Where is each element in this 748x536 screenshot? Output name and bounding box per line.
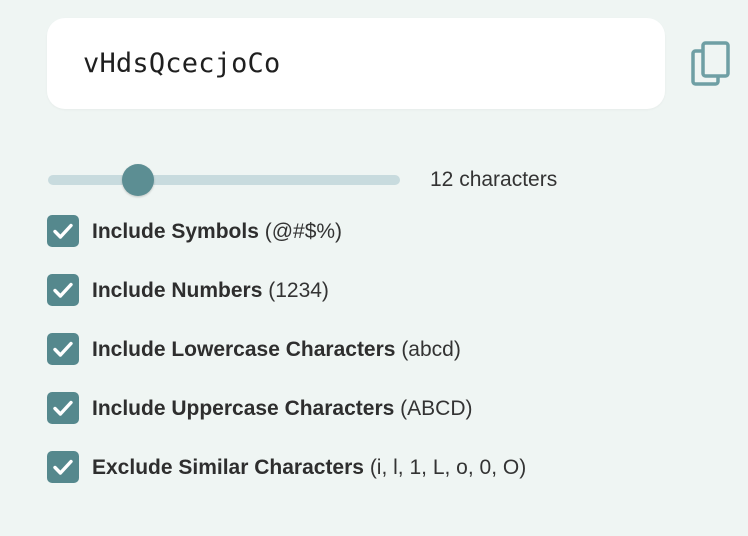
option-text: Include Symbols (@#$%) xyxy=(92,219,342,244)
length-slider[interactable] xyxy=(48,164,400,196)
checkmark-icon xyxy=(53,341,73,357)
option-label: Exclude Similar Characters xyxy=(92,456,364,479)
options-list: Include Symbols (@#$%) Include Numbers (… xyxy=(47,215,727,510)
numbers-checkbox[interactable] xyxy=(47,274,79,306)
password-text: vHdsQcecjoCo xyxy=(83,48,281,79)
password-output[interactable]: vHdsQcecjoCo xyxy=(47,18,665,109)
option-example: (abcd) xyxy=(401,338,461,361)
option-label: Include Symbols xyxy=(92,220,259,243)
copy-button[interactable] xyxy=(690,39,732,89)
option-label: Include Numbers xyxy=(92,279,263,302)
checkmark-icon xyxy=(53,400,73,416)
option-example: (1234) xyxy=(268,279,329,302)
symbols-checkbox[interactable] xyxy=(47,215,79,247)
slider-thumb[interactable] xyxy=(121,164,154,196)
uppercase-checkbox[interactable] xyxy=(47,392,79,424)
option-include-uppercase[interactable]: Include Uppercase Characters (ABCD) xyxy=(47,392,727,424)
option-label: Include Uppercase Characters xyxy=(92,397,395,420)
option-include-numbers[interactable]: Include Numbers (1234) xyxy=(47,274,727,306)
option-example: (i, l, 1, L, o, 0, O) xyxy=(369,456,527,479)
option-example: (ABCD) xyxy=(400,397,473,420)
checkmark-icon xyxy=(53,459,73,475)
option-text: Exclude Similar Characters (i, l, 1, L, … xyxy=(92,455,526,480)
checkmark-icon xyxy=(53,282,73,298)
option-text: Include Uppercase Characters (ABCD) xyxy=(92,396,472,421)
option-label: Include Lowercase Characters xyxy=(92,338,396,361)
slider-track xyxy=(48,175,400,185)
option-include-lowercase[interactable]: Include Lowercase Characters (abcd) xyxy=(47,333,727,365)
copy-icon xyxy=(690,39,732,89)
option-text: Include Lowercase Characters (abcd) xyxy=(92,337,461,362)
lowercase-checkbox[interactable] xyxy=(47,333,79,365)
option-include-symbols[interactable]: Include Symbols (@#$%) xyxy=(47,215,727,247)
option-text: Include Numbers (1234) xyxy=(92,278,329,303)
exclude-similar-checkbox[interactable] xyxy=(47,451,79,483)
checkmark-icon xyxy=(53,223,73,239)
option-exclude-similar[interactable]: Exclude Similar Characters (i, l, 1, L, … xyxy=(47,451,727,483)
option-example: (@#$%) xyxy=(264,220,343,243)
length-label: 12 characters xyxy=(430,168,558,191)
